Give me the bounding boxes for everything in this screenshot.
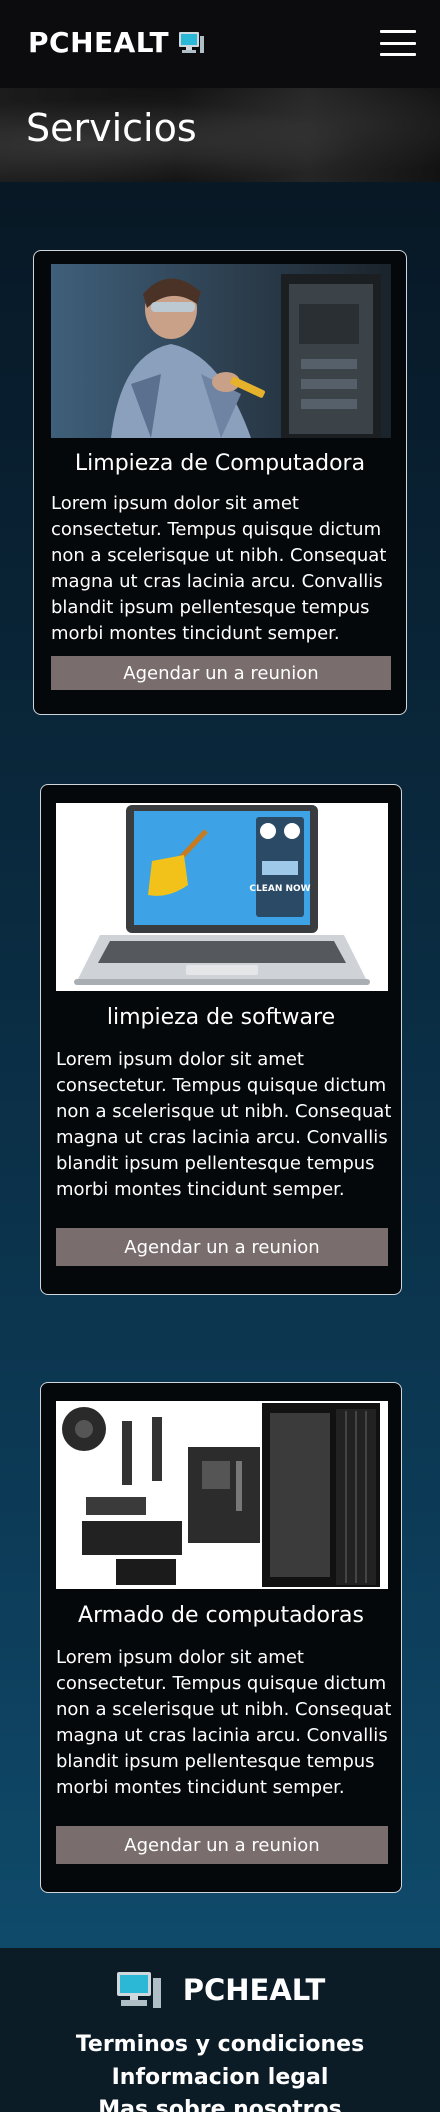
footer: PCHEALT Terminos y condiciones Informaci…: [0, 1948, 440, 2112]
service-title: Armado de computadoras: [78, 1603, 364, 1628]
computer-icon: [177, 30, 205, 56]
schedule-meeting-button[interactable]: Agendar un a reunion: [56, 1228, 388, 1266]
hero-banner: Servicios: [0, 88, 440, 182]
pc-components-image: [56, 1401, 388, 1589]
service-description: Lorem ipsum dolor sit amet consectetur. …: [56, 1647, 392, 1798]
service-title: limpieza de software: [106, 1005, 336, 1030]
brand-name: PCHEALT: [28, 26, 170, 59]
hamburger-menu-icon[interactable]: [380, 30, 416, 56]
top-navbar: PCHEALT: [0, 0, 440, 88]
computer-icon: [115, 1970, 163, 2010]
laptop-cleaning-image: CLEAN NOW: [56, 803, 388, 991]
footer-brand-name: PCHEALT: [182, 1973, 326, 2007]
technician-cleaning-pc-image: [51, 264, 391, 438]
schedule-meeting-button[interactable]: Agendar un a reunion: [56, 1826, 388, 1864]
service-title: Limpieza de Computadora: [74, 451, 366, 476]
brand-logo[interactable]: PCHEALT: [28, 26, 205, 59]
schedule-meeting-button[interactable]: Agendar un a reunion: [51, 656, 391, 690]
service-card-software: CLEAN NOW limpieza de software Lorem ips…: [40, 784, 402, 1295]
page-title: Servicios: [26, 106, 197, 150]
about-us-link[interactable]: Mas sobre nosotros: [0, 2097, 440, 2112]
service-card-cleaning: Limpieza de Computadora Lorem ipsum dolo…: [33, 250, 407, 715]
service-description: Lorem ipsum dolor sit amet consectetur. …: [51, 493, 387, 644]
service-card-assembly: Armado de computadoras Lorem ipsum dolor…: [40, 1382, 402, 1893]
clean-now-label: CLEAN NOW: [249, 884, 310, 894]
legal-info-link[interactable]: Informacion legal: [0, 2065, 440, 2090]
service-description: Lorem ipsum dolor sit amet consectetur. …: [56, 1049, 392, 1200]
footer-brand[interactable]: PCHEALT: [0, 1970, 440, 2010]
terms-link[interactable]: Terminos y condiciones: [0, 2032, 440, 2057]
